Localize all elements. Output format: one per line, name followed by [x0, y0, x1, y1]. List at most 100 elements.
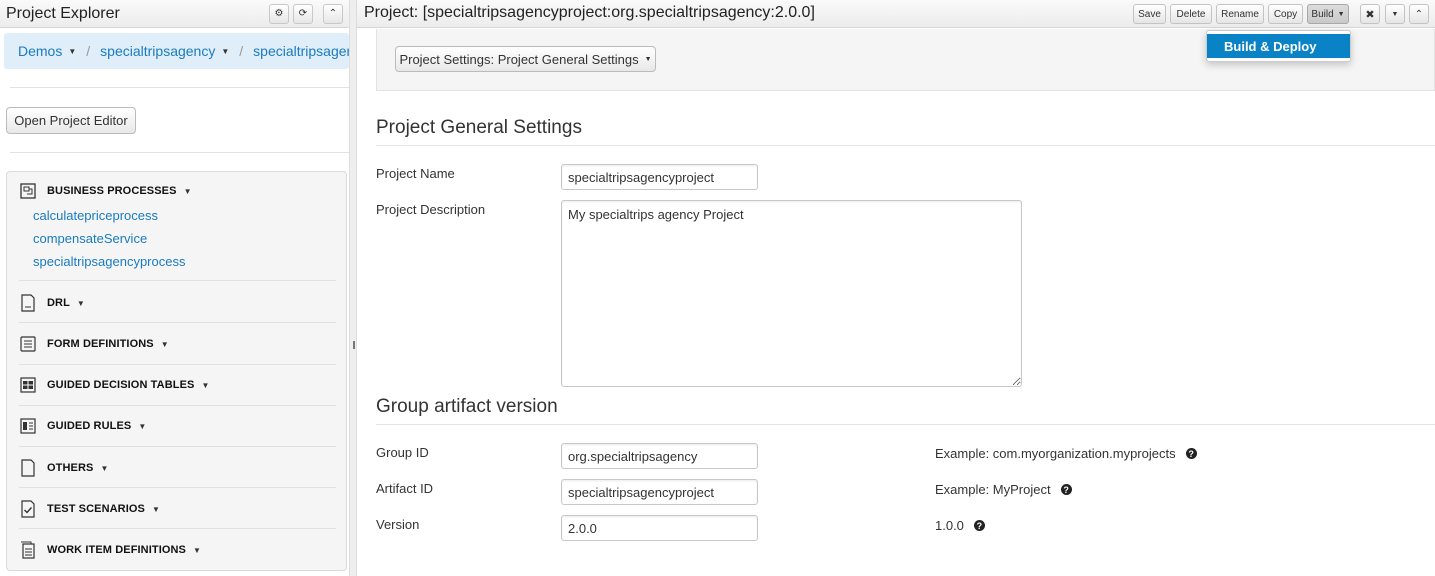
- divider: [19, 364, 336, 365]
- chevron-down-icon[interactable]: ▼: [100, 464, 108, 473]
- project-description-textarea[interactable]: My specialtrips agency Project: [561, 200, 1022, 387]
- asset-item[interactable]: calculatepriceprocess: [33, 208, 158, 223]
- explorer-header: Project Explorer ⚙ ⟳ ⌃: [0, 0, 349, 28]
- copy-button[interactable]: Copy: [1268, 4, 1303, 24]
- asset-tree: BUSINESS PROCESSES ▼ calculatepriceproce…: [6, 171, 347, 571]
- open-project-editor-button[interactable]: Open Project Editor: [6, 107, 136, 134]
- version-label: Version: [376, 517, 420, 532]
- chevron-down-icon[interactable]: ▼: [68, 47, 76, 56]
- hint-text: 1.0.0: [935, 518, 964, 533]
- divider: [10, 152, 349, 153]
- build-button[interactable]: Build ▼: [1307, 4, 1349, 24]
- category-others[interactable]: OTHERS ▼: [19, 457, 336, 479]
- group-id-hint: Example: com.myorganization.myprojects ?: [935, 446, 1197, 461]
- category-label: GUIDED RULES: [47, 420, 132, 432]
- chevron-down-icon[interactable]: ▼: [152, 505, 160, 514]
- project-name-input[interactable]: [561, 164, 758, 190]
- category-drl[interactable]: DRL ▼: [19, 292, 336, 314]
- asset-item[interactable]: compensateService: [33, 231, 147, 246]
- chevron-down-icon[interactable]: ▼: [1385, 4, 1405, 24]
- divider: [19, 487, 336, 488]
- category-label: GUIDED DECISION TABLES: [47, 379, 195, 391]
- chevron-down-icon[interactable]: ▼: [161, 340, 169, 349]
- project-editor-panel: Project: [specialtripsagencyproject:org.…: [357, 0, 1435, 576]
- category-guided-rules[interactable]: GUIDED RULES ▼: [19, 415, 336, 437]
- breadcrumb-org-unit[interactable]: Demos: [18, 43, 62, 59]
- category-guided-decision-tables[interactable]: GUIDED DECISION TABLES ▼: [19, 374, 336, 396]
- breadcrumb: Demos ▼ / specialtripsagency ▼ / special…: [4, 33, 349, 69]
- explorer-title: Project Explorer: [6, 4, 120, 22]
- chevron-down-icon[interactable]: ▼: [77, 299, 85, 308]
- delete-button[interactable]: Delete: [1170, 4, 1212, 24]
- divider: [376, 424, 1435, 425]
- chevron-down-icon[interactable]: ▼: [201, 381, 209, 390]
- hint-text: Example: com.myorganization.myprojects: [935, 446, 1176, 461]
- chevron-down-icon[interactable]: ▼: [184, 187, 192, 196]
- group-id-label: Group ID: [376, 445, 429, 460]
- build-label: Build: [1311, 8, 1334, 20]
- project-description-label: Project Description: [376, 202, 486, 217]
- collapse-up-icon[interactable]: ⌃: [323, 3, 343, 24]
- general-settings-heading: Project General Settings: [376, 117, 582, 138]
- divider: [19, 405, 336, 406]
- rename-button[interactable]: Rename: [1216, 4, 1264, 24]
- artifact-id-hint: Example: MyProject ?: [935, 482, 1072, 497]
- breadcrumb-separator: /: [239, 43, 244, 59]
- artifact-id-input[interactable]: [561, 479, 758, 505]
- save-button[interactable]: Save: [1133, 4, 1166, 24]
- divider: [19, 446, 336, 447]
- work-item-icon: [19, 541, 37, 559]
- settings-gear-icon[interactable]: ⚙: [269, 3, 289, 24]
- document-icon: [19, 459, 37, 477]
- divider: [10, 87, 349, 88]
- help-icon[interactable]: ?: [1185, 448, 1197, 459]
- divider: [19, 322, 336, 323]
- help-icon[interactable]: ?: [973, 520, 985, 531]
- refresh-icon[interactable]: ⟳: [293, 3, 313, 24]
- project-name-label: Project Name: [376, 166, 455, 181]
- help-icon[interactable]: ?: [1060, 484, 1072, 495]
- build-menu: Build & Deploy: [1206, 30, 1351, 62]
- project-explorer-panel: Project Explorer ⚙ ⟳ ⌃ Demos ▼ / special…: [0, 0, 349, 576]
- chevron-down-icon[interactable]: ▼: [193, 546, 201, 555]
- chevron-down-icon[interactable]: ▼: [138, 422, 146, 431]
- category-test-scenarios[interactable]: TEST SCENARIOS ▼: [19, 498, 336, 520]
- category-label: DRL: [47, 297, 70, 309]
- editor-title: Project: [specialtripsagencyproject:org.…: [364, 4, 815, 21]
- breadcrumb-project[interactable]: specialtripsagency: [253, 43, 349, 59]
- decision-table-icon: [19, 376, 37, 394]
- drl-file-icon: [19, 294, 37, 312]
- test-scenario-icon: [19, 500, 37, 518]
- gav-heading: Group artifact version: [376, 396, 558, 417]
- project-settings-dropdown[interactable]: Project Settings: Project General Settin…: [395, 46, 656, 72]
- version-hint: 1.0.0 ?: [935, 518, 985, 533]
- guided-rule-icon: [19, 417, 37, 435]
- group-id-input[interactable]: [561, 443, 758, 469]
- build-and-deploy-menu-item[interactable]: Build & Deploy: [1207, 34, 1350, 58]
- settings-dropdown-label: Project Settings: Project General Settin…: [399, 51, 639, 67]
- category-work-item-definitions[interactable]: WORK ITEM DEFINITIONS ▼: [19, 539, 336, 561]
- asset-item[interactable]: specialtripsagencyprocess: [33, 254, 185, 269]
- collapse-up-icon[interactable]: ⌃: [1409, 4, 1429, 24]
- divider: [19, 528, 336, 529]
- category-label: FORM DEFINITIONS: [47, 338, 154, 350]
- category-business-processes[interactable]: BUSINESS PROCESSES ▼: [19, 180, 336, 202]
- close-icon[interactable]: ✖: [1360, 4, 1380, 24]
- category-form-definitions[interactable]: FORM DEFINITIONS ▼: [19, 333, 336, 355]
- chevron-down-icon: ▼: [644, 55, 652, 63]
- form-icon: [19, 335, 37, 353]
- category-label: OTHERS: [47, 462, 94, 474]
- panel-splitter[interactable]: [349, 0, 357, 576]
- splitter-handle[interactable]: [353, 341, 355, 349]
- breadcrumb-separator: /: [86, 43, 91, 59]
- category-label: BUSINESS PROCESSES: [47, 185, 177, 197]
- editor-header: Project: [specialtripsagencyproject:org.…: [357, 0, 1435, 28]
- divider: [376, 145, 1435, 146]
- category-label: TEST SCENARIOS: [47, 503, 145, 515]
- divider: [19, 280, 336, 281]
- chevron-down-icon: ▼: [1337, 10, 1345, 18]
- hint-text: Example: MyProject: [935, 482, 1051, 497]
- breadcrumb-repository[interactable]: specialtripsagency: [100, 43, 215, 59]
- chevron-down-icon[interactable]: ▼: [221, 47, 229, 56]
- version-input[interactable]: [561, 515, 758, 541]
